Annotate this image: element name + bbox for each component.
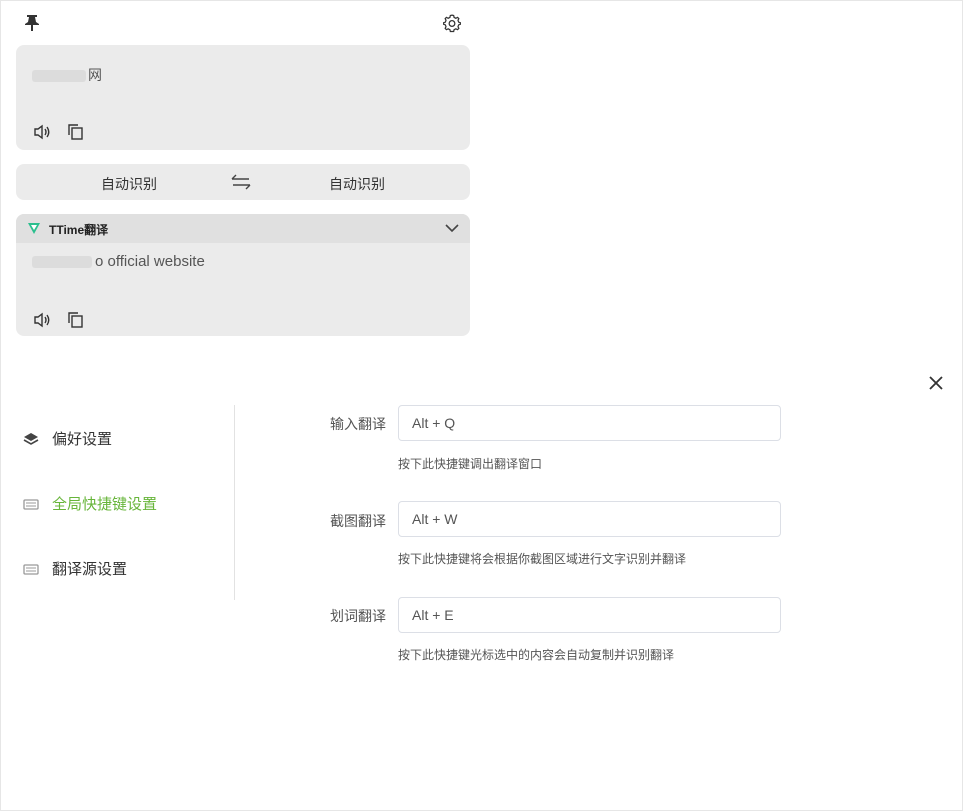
settings-nav: 偏好设置 全局快捷键设置 翻译源设置 bbox=[22, 405, 235, 600]
shortcut-hint: 按下此快捷键调出翻译窗口 bbox=[398, 457, 543, 471]
translation-result-card: TTime翻译 o official website bbox=[16, 214, 470, 336]
speaker-icon[interactable] bbox=[32, 310, 52, 330]
nav-item-preferences[interactable]: 偏好设置 bbox=[22, 428, 112, 449]
redacted-text bbox=[32, 256, 92, 269]
shortcut-hint: 按下此快捷键光标选中的内容会自动复制并识别翻译 bbox=[398, 648, 675, 662]
target-language-select[interactable]: 自动识别 bbox=[329, 174, 385, 194]
shortcut-label-screenshot: 截图翻译 bbox=[330, 513, 386, 529]
shortcut-input-screenshot-translate[interactable]: Alt + W bbox=[398, 501, 781, 537]
ttime-logo-icon bbox=[28, 223, 40, 234]
shortcut-label-selection: 划词翻译 bbox=[330, 608, 386, 624]
copy-icon[interactable] bbox=[66, 122, 86, 142]
shortcut-label-input: 输入翻译 bbox=[330, 416, 386, 432]
shortcut-input-input-translate[interactable]: Alt + Q bbox=[398, 405, 781, 441]
speaker-icon[interactable] bbox=[32, 122, 52, 142]
source-text-card[interactable]: 网 bbox=[16, 45, 470, 150]
redacted-text bbox=[32, 70, 86, 83]
keyboard-icon bbox=[23, 563, 39, 575]
source-text[interactable]: 网 bbox=[32, 65, 102, 85]
chevron-down-icon[interactable] bbox=[444, 221, 460, 235]
language-bar: 自动识别 自动识别 bbox=[16, 164, 470, 200]
shortcut-input-selection-translate[interactable]: Alt + E bbox=[398, 597, 781, 633]
swap-languages-icon[interactable] bbox=[230, 172, 252, 192]
engine-name: TTime翻译 bbox=[49, 223, 109, 237]
engine-header[interactable]: TTime翻译 bbox=[16, 214, 470, 243]
keyboard-icon bbox=[23, 498, 39, 510]
nav-item-translation-sources[interactable]: 翻译源设置 bbox=[22, 558, 127, 579]
shortcut-hint: 按下此快捷键将会根据你截图区域进行文字识别并翻译 bbox=[398, 552, 687, 566]
settings-gear-icon[interactable] bbox=[442, 12, 462, 34]
result-text: o official website bbox=[32, 253, 205, 270]
source-language-select[interactable]: 自动识别 bbox=[101, 174, 157, 194]
pin-icon[interactable] bbox=[22, 12, 42, 32]
nav-item-global-shortcuts[interactable]: 全局快捷键设置 bbox=[22, 493, 157, 514]
close-icon[interactable] bbox=[928, 375, 944, 391]
layers-icon bbox=[23, 432, 39, 445]
copy-icon[interactable] bbox=[66, 310, 86, 330]
